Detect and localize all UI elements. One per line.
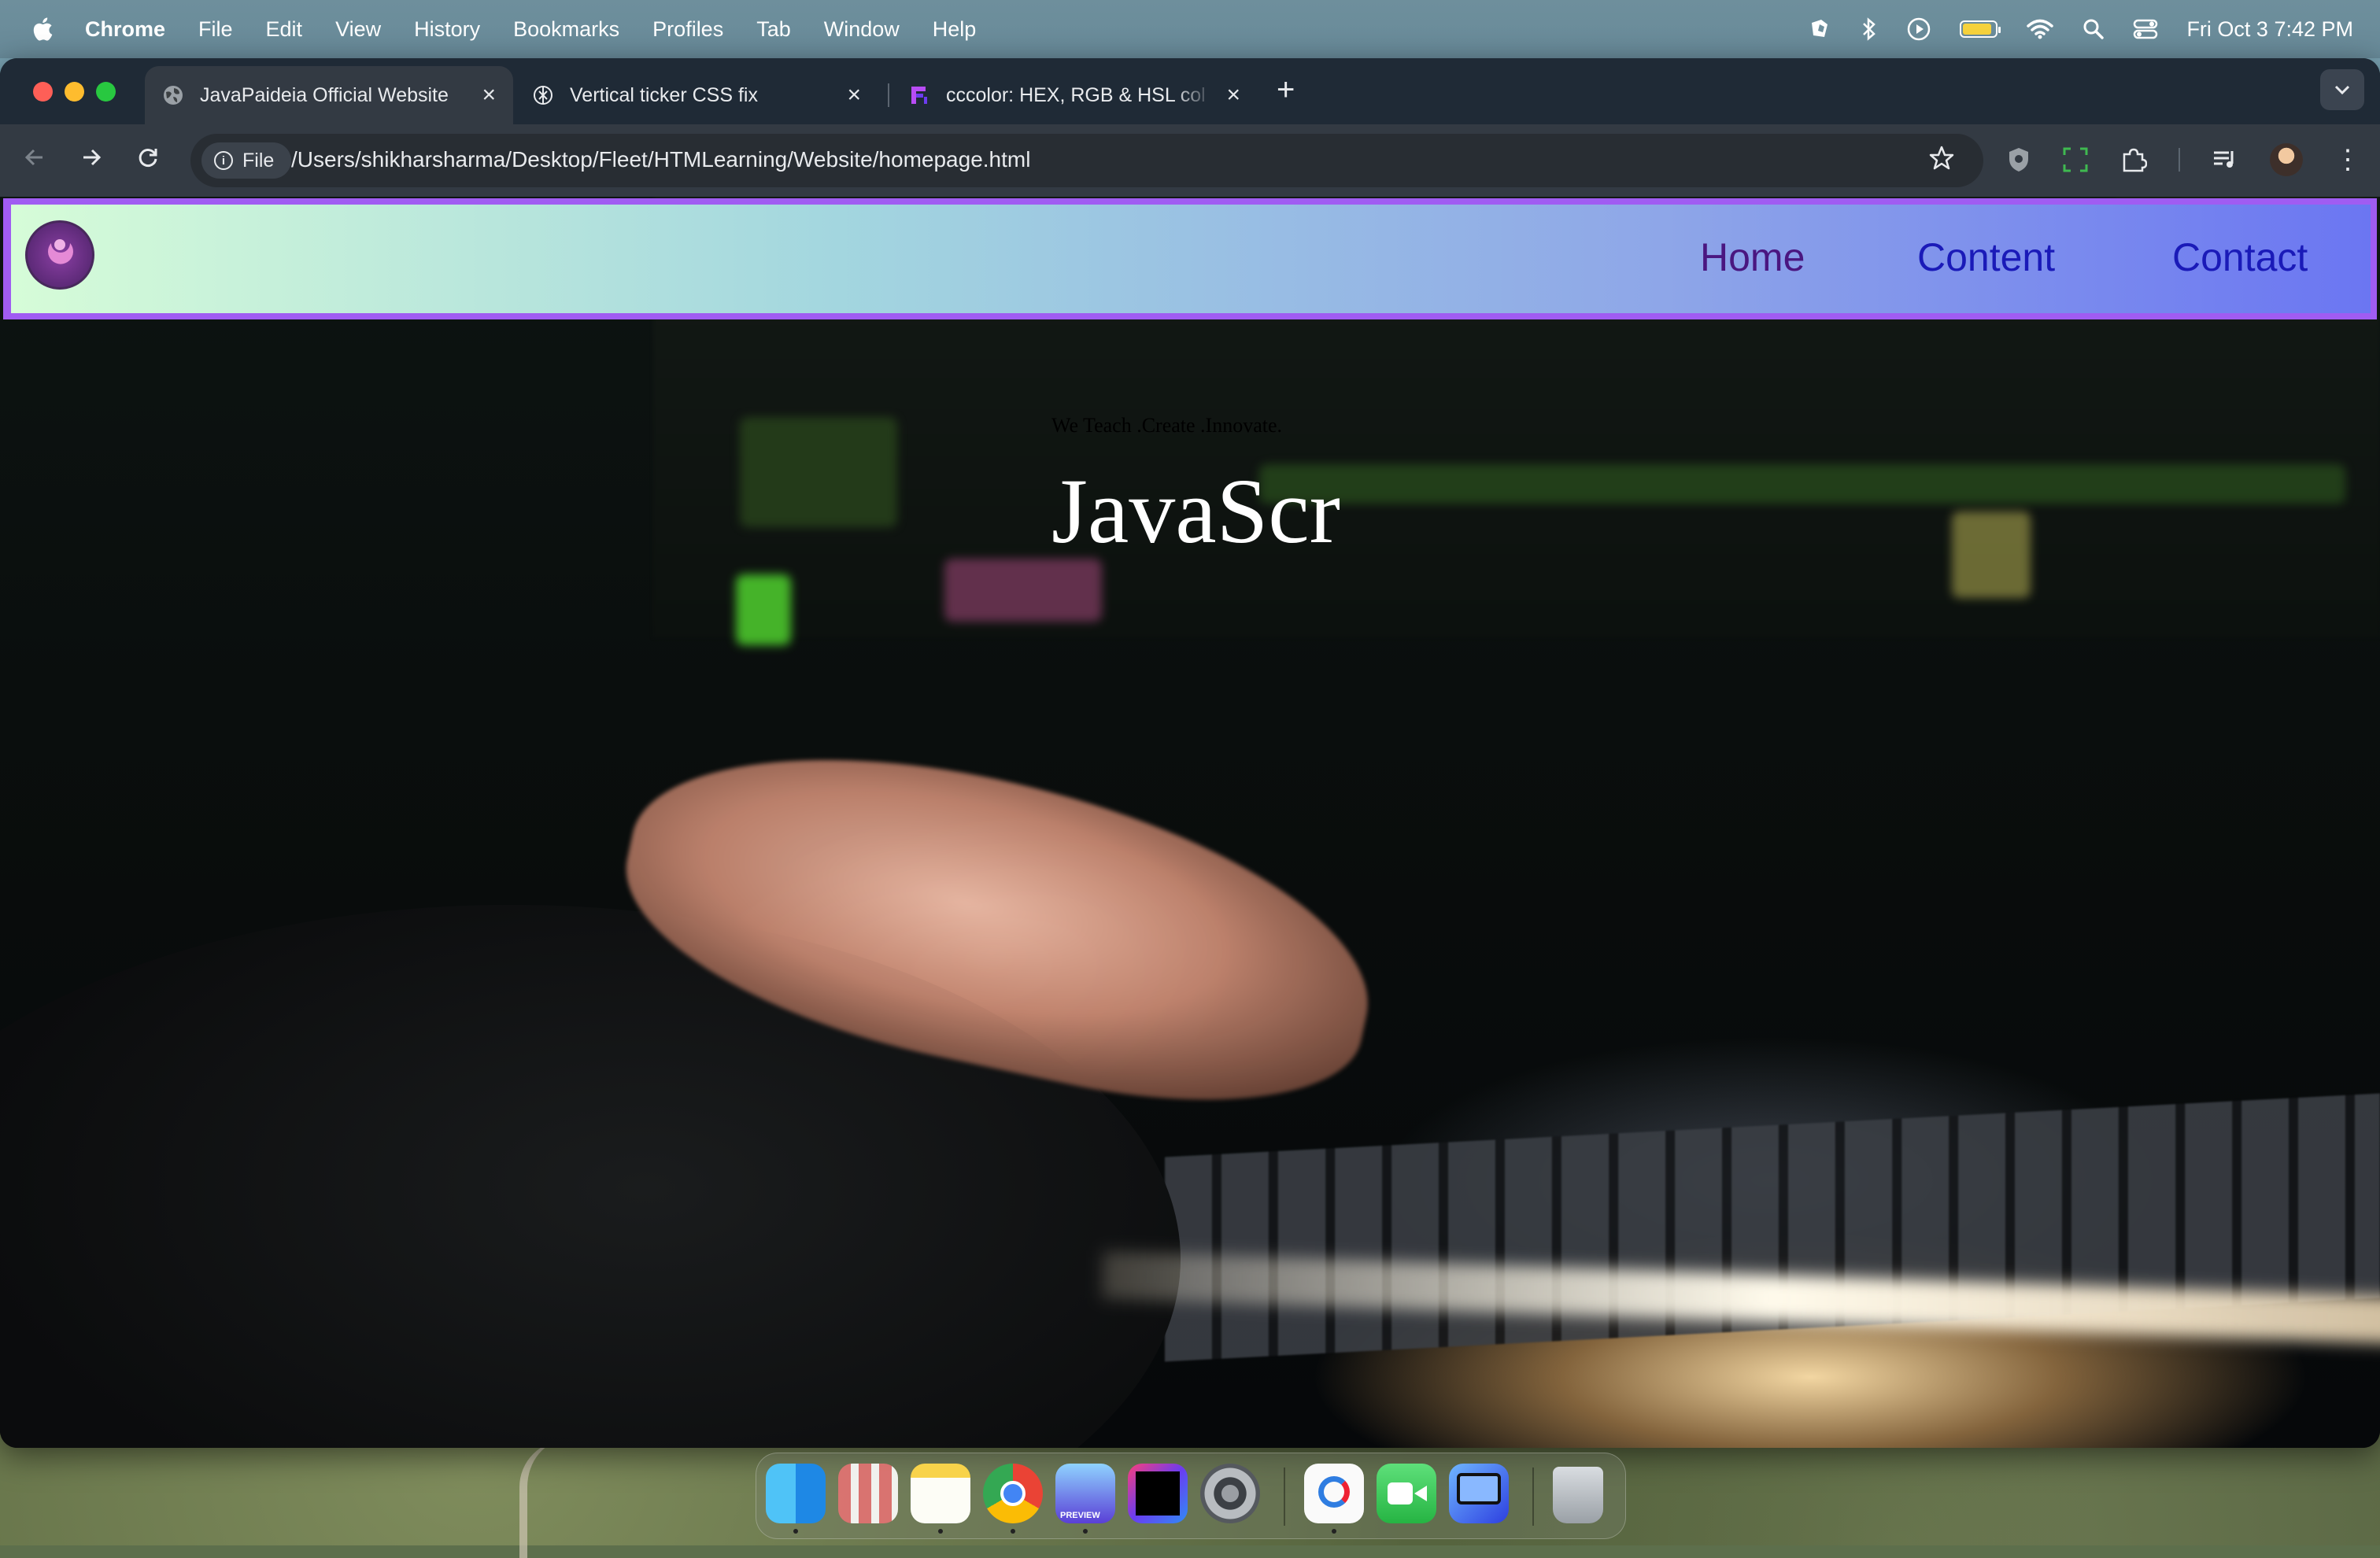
preview-badge: PREVIEW [1060, 1511, 1100, 1520]
control-center-icon[interactable] [2133, 18, 2158, 40]
globe-icon [164, 86, 183, 105]
menu-view[interactable]: View [335, 17, 381, 42]
menu-clock[interactable]: Fri Oct 3 7:42 PM [2186, 17, 2353, 42]
hero-glow [1259, 464, 2345, 504]
wifi-icon[interactable] [2026, 18, 2054, 40]
screenshot-extension-icon[interactable] [2062, 146, 2089, 173]
safari-preview-icon[interactable]: PREVIEW [1055, 1464, 1115, 1523]
menu-tab[interactable]: Tab [756, 17, 791, 42]
dock-separator [1284, 1468, 1285, 1526]
nav-content-link[interactable]: Content [1917, 234, 2055, 280]
dock: PREVIEW [756, 1453, 1626, 1539]
new-tab-button[interactable]: + [1277, 72, 1295, 108]
system-settings-icon[interactable] [1200, 1464, 1260, 1523]
site-logo[interactable] [25, 220, 94, 290]
bookmark-star-icon[interactable] [1928, 145, 1955, 172]
tab-separator [888, 83, 889, 107]
dock-separator [1532, 1468, 1534, 1526]
menu-help[interactable]: Help [933, 17, 977, 42]
chatgpt-icon [534, 86, 552, 105]
notes-icon[interactable] [911, 1464, 970, 1523]
wallpaper-path [519, 1440, 638, 1558]
menu-edit[interactable]: Edit [266, 17, 303, 42]
menu-app-name[interactable]: Chrome [85, 17, 165, 42]
menu-bookmarks[interactable]: Bookmarks [513, 17, 619, 42]
menu-profiles[interactable]: Profiles [652, 17, 723, 42]
tab-title: cccolor: HEX, RGB & HSL col [946, 83, 1206, 106]
running-indicator [1083, 1529, 1088, 1534]
nav-home-link[interactable]: Home [1700, 234, 1805, 280]
profile-avatar[interactable] [2270, 143, 2303, 176]
apple-logo-icon[interactable] [30, 13, 58, 45]
shield-extension-icon[interactable] [2007, 146, 2031, 173]
tab-javapaideia[interactable]: JavaPaideia Official Website × [145, 66, 513, 124]
close-tab-icon[interactable]: × [847, 82, 861, 109]
close-tab-icon[interactable]: × [1226, 82, 1240, 109]
toolbar-actions: ⋮ [2007, 143, 2361, 176]
chevron-down-icon [2334, 85, 2350, 95]
hero-glow [1952, 511, 2031, 598]
running-indicator [793, 1529, 798, 1534]
bluetooth-icon[interactable] [1861, 17, 1878, 42]
site-navbar: Home Content Contact [3, 198, 2377, 319]
tab-vertical-ticker[interactable]: Vertical ticker CSS fix × [515, 66, 878, 124]
running-indicator [1332, 1529, 1336, 1534]
toolbar-separator [2179, 148, 2180, 172]
scheme-label: File [242, 149, 275, 172]
browser-toolbar: i File /Users/shikharsharma/Desktop/Flee… [0, 124, 2380, 197]
menu-file[interactable]: File [198, 17, 233, 42]
hero-tagline: We Teach .Create .Innovate. [1051, 414, 1283, 437]
fullscreen-window-button[interactable] [96, 82, 116, 102]
page-viewport: Home Content Contact We Teach .Create .I… [0, 197, 2380, 1448]
screen-sharing-icon[interactable] [1449, 1464, 1509, 1523]
menu-history[interactable]: History [414, 17, 480, 42]
status-area: Fri Oct 3 7:42 PM [1807, 0, 2353, 58]
hero-title: JavaScr [1051, 460, 1340, 563]
running-indicator [938, 1529, 943, 1534]
info-icon: i [214, 151, 233, 170]
hero-background-image [0, 197, 2380, 1448]
back-icon[interactable] [22, 145, 47, 170]
hero-glow [944, 559, 1102, 622]
browser-window: JavaPaideia Official Website × Vertical … [0, 58, 2380, 1448]
extensions-puzzle-icon[interactable] [2120, 146, 2147, 173]
media-controls-icon[interactable] [2212, 148, 2238, 172]
finder-icon[interactable] [766, 1464, 826, 1523]
extension-icon[interactable] [1807, 17, 1832, 42]
menu-bar: Chrome File Edit View History Bookmarks … [0, 0, 2380, 58]
search-icon[interactable] [2082, 18, 2105, 40]
cccolor-icon [911, 87, 927, 104]
forward-icon[interactable] [79, 145, 104, 170]
url-text[interactable]: /Users/shikharsharma/Desktop/Fleet/HTMLe… [291, 147, 1030, 172]
tab-cccolor[interactable]: cccolor: HEX, RGB & HSL col × [891, 66, 1258, 124]
preview-icon[interactable] [1304, 1464, 1364, 1523]
hero-glow [740, 417, 897, 527]
play-icon[interactable] [1906, 17, 1931, 42]
address-bar[interactable]: i File /Users/shikharsharma/Desktop/Flee… [190, 134, 1983, 187]
tab-search-button[interactable] [2320, 69, 2364, 110]
tab-title: JavaPaideia Official Website [200, 83, 449, 106]
tab-strip: JavaPaideia Official Website × Vertical … [0, 58, 2380, 124]
facetime-icon[interactable] [1377, 1464, 1436, 1523]
tab-title: Vertical ticker CSS fix [570, 83, 758, 106]
close-tab-icon[interactable]: × [482, 82, 496, 109]
nav-contact-link[interactable]: Contact [2172, 234, 2308, 280]
battery-icon[interactable] [1960, 20, 2001, 38]
reload-icon[interactable] [135, 145, 161, 170]
menu-window[interactable]: Window [824, 17, 900, 42]
chrome-icon[interactable] [983, 1464, 1043, 1523]
intellij-icon[interactable] [1128, 1464, 1188, 1523]
site-info-chip[interactable]: i File [201, 142, 292, 179]
more-options-icon[interactable]: ⋮ [2334, 146, 2361, 173]
launchpad-icon[interactable] [838, 1464, 898, 1523]
minimize-window-button[interactable] [65, 82, 84, 102]
running-indicator [1011, 1529, 1015, 1534]
moon-logo-icon [48, 239, 73, 264]
trash-icon[interactable] [1553, 1467, 1603, 1523]
hero-glow [736, 574, 791, 645]
close-window-button[interactable] [33, 82, 53, 102]
